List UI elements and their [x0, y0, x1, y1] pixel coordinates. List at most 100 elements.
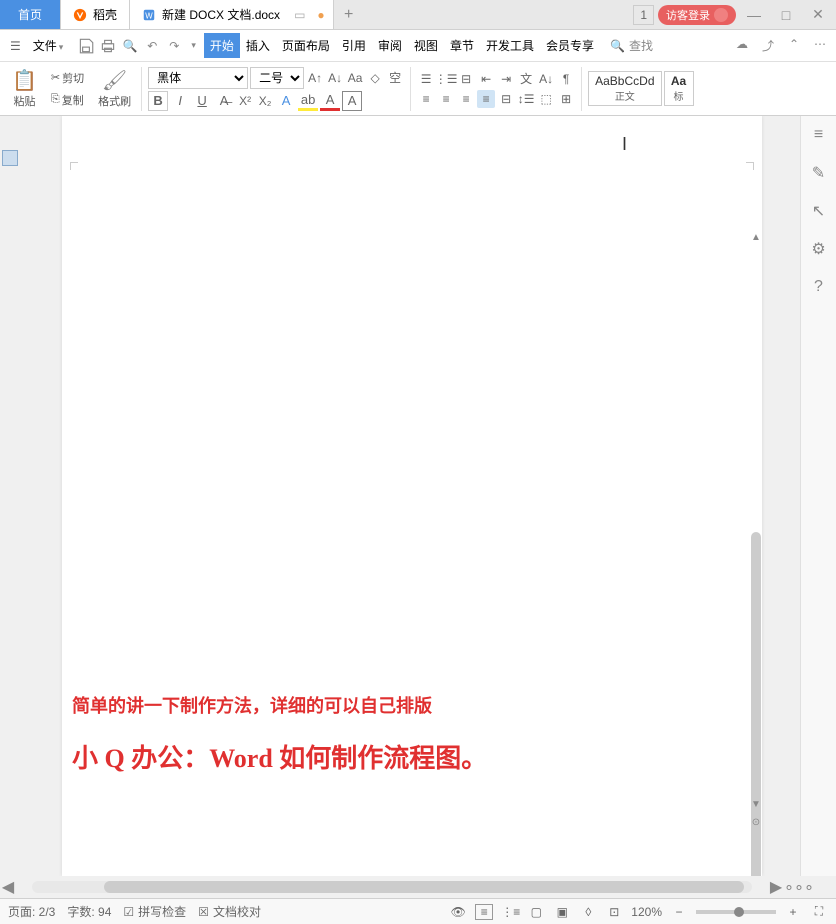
scroll-up-button[interactable]: ▲: [748, 232, 764, 243]
tab-document[interactable]: W 新建 DOCX 文档.docx ▭ ●: [130, 0, 334, 29]
file-menu[interactable]: 文件▾: [27, 37, 72, 54]
indent-right-button[interactable]: ⇥: [497, 70, 515, 88]
window-maximize[interactable]: □: [772, 7, 800, 23]
view-read-icon[interactable]: ▢: [527, 905, 545, 919]
borders-button[interactable]: ⊞: [557, 90, 575, 108]
view-page-icon[interactable]: ≡: [475, 904, 493, 920]
zoom-level[interactable]: 120%: [631, 905, 662, 919]
status-page[interactable]: 页面: 2/3: [8, 903, 55, 920]
document-text-line1[interactable]: 简单的讲一下制作方法，详细的可以自己排版: [72, 692, 432, 718]
side-help-icon[interactable]: ?: [808, 276, 830, 298]
ribbon-tab-insert[interactable]: 插入: [240, 33, 276, 58]
side-pen-icon[interactable]: ✎: [808, 162, 830, 184]
font-name-select[interactable]: 黑体: [148, 67, 248, 89]
superscript-button[interactable]: X²: [236, 92, 254, 110]
sync-icon[interactable]: ☁: [732, 37, 752, 54]
ribbon-tab-devtools[interactable]: 开发工具: [480, 33, 540, 58]
eye-icon[interactable]: 👁: [449, 905, 467, 919]
change-case-icon[interactable]: Aa: [346, 69, 364, 87]
horizontal-scrollbar[interactable]: ◀ ▶ ∘∘∘: [0, 876, 800, 898]
status-spellcheck[interactable]: ☑拼写检查: [123, 903, 186, 920]
cut-button[interactable]: ✂剪切: [47, 68, 88, 88]
ribbon-tab-layout[interactable]: 页面布局: [276, 33, 336, 58]
search-box[interactable]: 🔍 查找: [610, 37, 653, 54]
more-icon[interactable]: ⋯: [810, 37, 830, 54]
align-distribute-button[interactable]: ⊟: [497, 90, 515, 108]
subscript-button[interactable]: X₂: [256, 92, 274, 110]
app-menu-icon[interactable]: ☰: [6, 39, 25, 53]
font-size-select[interactable]: 二号: [250, 67, 304, 89]
phonetic-icon[interactable]: 空: [386, 69, 404, 87]
highlight-button[interactable]: ab: [298, 91, 318, 111]
bold-button[interactable]: B: [148, 91, 168, 111]
shading-button[interactable]: ⬚: [537, 90, 555, 108]
vertical-scrollbar[interactable]: ▲ ▼ ⊙: [748, 232, 764, 828]
scroll-options-button[interactable]: ⊙: [748, 817, 764, 828]
login-button[interactable]: 访客登录: [658, 5, 736, 25]
align-justify-button[interactable]: ≡: [477, 90, 495, 108]
share-icon[interactable]: ⤴: [758, 37, 778, 54]
grow-font-icon[interactable]: A↑: [306, 69, 324, 87]
tab-daoke[interactable]: 稻壳: [61, 0, 130, 29]
scroll-down-button[interactable]: ▼: [748, 799, 764, 810]
style-normal[interactable]: AaBbCcDd 正文: [588, 71, 661, 106]
line-spacing-button[interactable]: ↕☰: [517, 90, 535, 108]
print-preview-icon[interactable]: 🔍: [121, 37, 139, 55]
window-close[interactable]: ✕: [804, 6, 832, 23]
ribbon-tab-view[interactable]: 视图: [408, 33, 444, 58]
scroll-thumb[interactable]: [104, 881, 744, 893]
ribbon-tab-section[interactable]: 章节: [444, 33, 480, 58]
document-page[interactable]: 简单的讲一下制作方法，详细的可以自己排版 小 Q 办公：Word 如何制作流程图…: [62, 116, 762, 876]
ribbon-tab-start[interactable]: 开始: [204, 33, 240, 58]
scroll-more-button[interactable]: ∘∘∘: [784, 877, 800, 897]
text-direction-button[interactable]: 文: [517, 70, 535, 88]
ribbon-tab-member[interactable]: 会员专享: [540, 33, 600, 58]
font-color-button[interactable]: A: [320, 91, 340, 111]
scroll-track[interactable]: [32, 881, 752, 893]
paste-button[interactable]: 📋 粘贴: [6, 66, 43, 111]
window-minimize[interactable]: —: [740, 7, 768, 23]
view-focus-icon[interactable]: ◊: [579, 905, 597, 919]
presentation-icon[interactable]: ▭: [294, 8, 305, 22]
ribbon-tab-review[interactable]: 审阅: [372, 33, 408, 58]
save-icon[interactable]: [77, 37, 95, 55]
collapse-ribbon-icon[interactable]: ⌃: [784, 37, 804, 54]
zoom-thumb[interactable]: [734, 907, 744, 917]
view-web-icon[interactable]: ▣: [553, 905, 571, 919]
multilevel-button[interactable]: ⊟: [457, 70, 475, 88]
undo-icon[interactable]: ↶: [143, 37, 161, 55]
redo-icon[interactable]: ↷: [165, 37, 183, 55]
ribbon-tab-reference[interactable]: 引用: [336, 33, 372, 58]
align-center-button[interactable]: ≡: [437, 90, 455, 108]
format-painter-button[interactable]: 🖌 格式刷: [92, 66, 137, 111]
show-marks-button[interactable]: ¶: [557, 70, 575, 88]
text-effects-button[interactable]: A: [276, 91, 296, 111]
scroll-right-button[interactable]: ▶: [768, 877, 784, 897]
fullscreen-icon[interactable]: ⛶: [810, 904, 828, 919]
bullets-button[interactable]: ☰: [417, 70, 435, 88]
status-proof[interactable]: ☒文档校对: [198, 903, 261, 920]
side-settings-icon[interactable]: ⚙: [808, 238, 830, 260]
align-left-button[interactable]: ≡: [417, 90, 435, 108]
zoom-slider[interactable]: [696, 910, 776, 914]
align-right-button[interactable]: ≡: [457, 90, 475, 108]
nav-thumbnail-icon[interactable]: [2, 150, 18, 166]
sort-button[interactable]: A↓: [537, 70, 555, 88]
side-select-icon[interactable]: ↖: [808, 200, 830, 222]
numbering-button[interactable]: ⋮☰: [437, 70, 455, 88]
zoom-out-button[interactable]: −: [670, 905, 688, 919]
tab-counter[interactable]: 1: [633, 5, 654, 25]
status-words[interactable]: 字数: 94: [67, 903, 111, 920]
zoom-in-button[interactable]: +: [784, 905, 802, 919]
underline-button[interactable]: U: [192, 91, 212, 111]
tab-home[interactable]: 首页: [0, 0, 61, 29]
document-text-line2[interactable]: 小 Q 办公：Word 如何制作流程图。: [72, 738, 487, 775]
tab-add[interactable]: +: [334, 0, 364, 29]
fit-icon[interactable]: ⊡: [605, 905, 623, 919]
scroll-left-button[interactable]: ◀: [0, 877, 16, 897]
qat-dropdown[interactable]: ▾: [189, 40, 198, 51]
clear-format-icon[interactable]: ◇: [366, 69, 384, 87]
indent-left-button[interactable]: ⇤: [477, 70, 495, 88]
print-icon[interactable]: [99, 37, 117, 55]
side-collapse-icon[interactable]: ≡: [808, 124, 830, 146]
